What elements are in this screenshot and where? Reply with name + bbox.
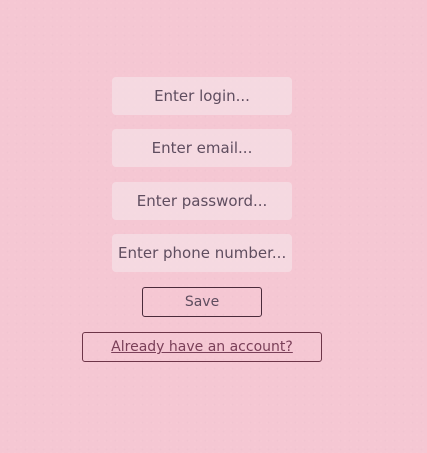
password-input[interactable]: [112, 182, 292, 220]
save-button[interactable]: Save: [142, 287, 262, 317]
phone-number-input[interactable]: [112, 234, 292, 272]
email-input[interactable]: [112, 129, 292, 167]
login-input[interactable]: [112, 77, 292, 115]
registration-form: Save Already have an account?: [0, 0, 427, 453]
already-have-account-button[interactable]: Already have an account?: [82, 332, 322, 362]
